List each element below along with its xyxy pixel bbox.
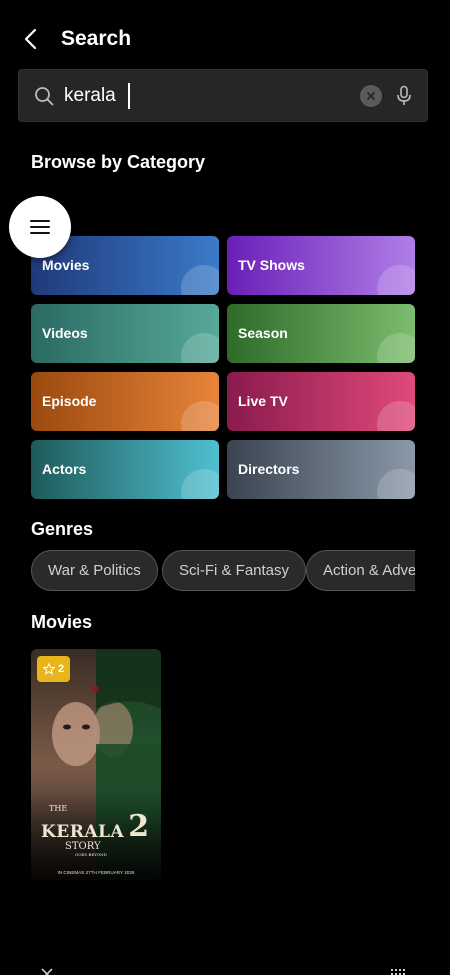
category-card-directors[interactable]: Directors [227, 440, 415, 499]
movie-poster-card[interactable]: 2 THE KERALA 2 STORY GOES BEYOND IN CINE… [31, 649, 161, 880]
close-icon[interactable] [40, 963, 54, 975]
category-label: Season [238, 325, 288, 341]
genre-chip-row: War & Politics Sci-Fi & Fantasy Action &… [0, 540, 415, 600]
category-card-tv-shows[interactable]: TV Shows [227, 236, 415, 295]
search-bar [18, 69, 428, 122]
decorative-circle [377, 265, 415, 295]
poster-release-text: IN CINEMAS 27TH FEBRUARY 2026 [57, 870, 135, 875]
category-card-season[interactable]: Season [227, 304, 415, 363]
chevron-left-icon [24, 28, 37, 50]
search-input[interactable] [64, 80, 354, 112]
text-caret [128, 83, 130, 109]
category-label: TV Shows [238, 257, 305, 273]
category-card-episode[interactable]: Episode [31, 372, 219, 431]
category-card-actors[interactable]: Actors [31, 440, 219, 499]
genre-chip[interactable]: Sci-Fi & Fantasy [162, 550, 307, 591]
decorative-circle [377, 333, 415, 363]
category-label: Movies [42, 257, 90, 273]
decorative-circle [377, 401, 415, 431]
decorative-circle [377, 469, 415, 499]
decorative-circle [181, 469, 219, 499]
category-card-live-tv[interactable]: Live TV [227, 372, 415, 431]
decorative-circle [181, 333, 219, 363]
genres-section-title: Genres [31, 519, 94, 539]
clear-icon [366, 91, 376, 101]
keyboard-icon[interactable] [390, 965, 408, 975]
decorative-circle [181, 401, 219, 431]
browse-section-title: Browse by Category [31, 152, 206, 172]
menu-icon [30, 220, 50, 234]
menu-fab-button[interactable] [9, 196, 71, 258]
category-label: Directors [238, 461, 300, 477]
poster-title-text: THE KERALA 2 STORY GOES BEYOND [41, 804, 150, 857]
page-title: Search [61, 27, 132, 50]
microphone-icon [397, 85, 411, 105]
movies-section-title: Movies [31, 612, 93, 632]
rating-value: 2 [57, 663, 65, 675]
category-card-videos[interactable]: Videos [31, 304, 219, 363]
category-label: Videos [42, 325, 88, 341]
back-button[interactable] [18, 26, 44, 52]
genre-chip[interactable]: Action & Adventure [306, 550, 415, 591]
star-icon [42, 663, 55, 675]
clear-search-button[interactable] [360, 85, 382, 107]
header: Search [0, 0, 450, 80]
category-label: Live TV [238, 393, 288, 409]
category-label: Episode [42, 393, 97, 409]
genre-chip[interactable]: War & Politics [31, 550, 158, 591]
category-label: Actors [42, 461, 87, 477]
rating-badge: 2 [37, 656, 70, 682]
decorative-circle [181, 265, 219, 295]
voice-search-button[interactable] [393, 83, 415, 109]
search-icon [35, 87, 54, 106]
